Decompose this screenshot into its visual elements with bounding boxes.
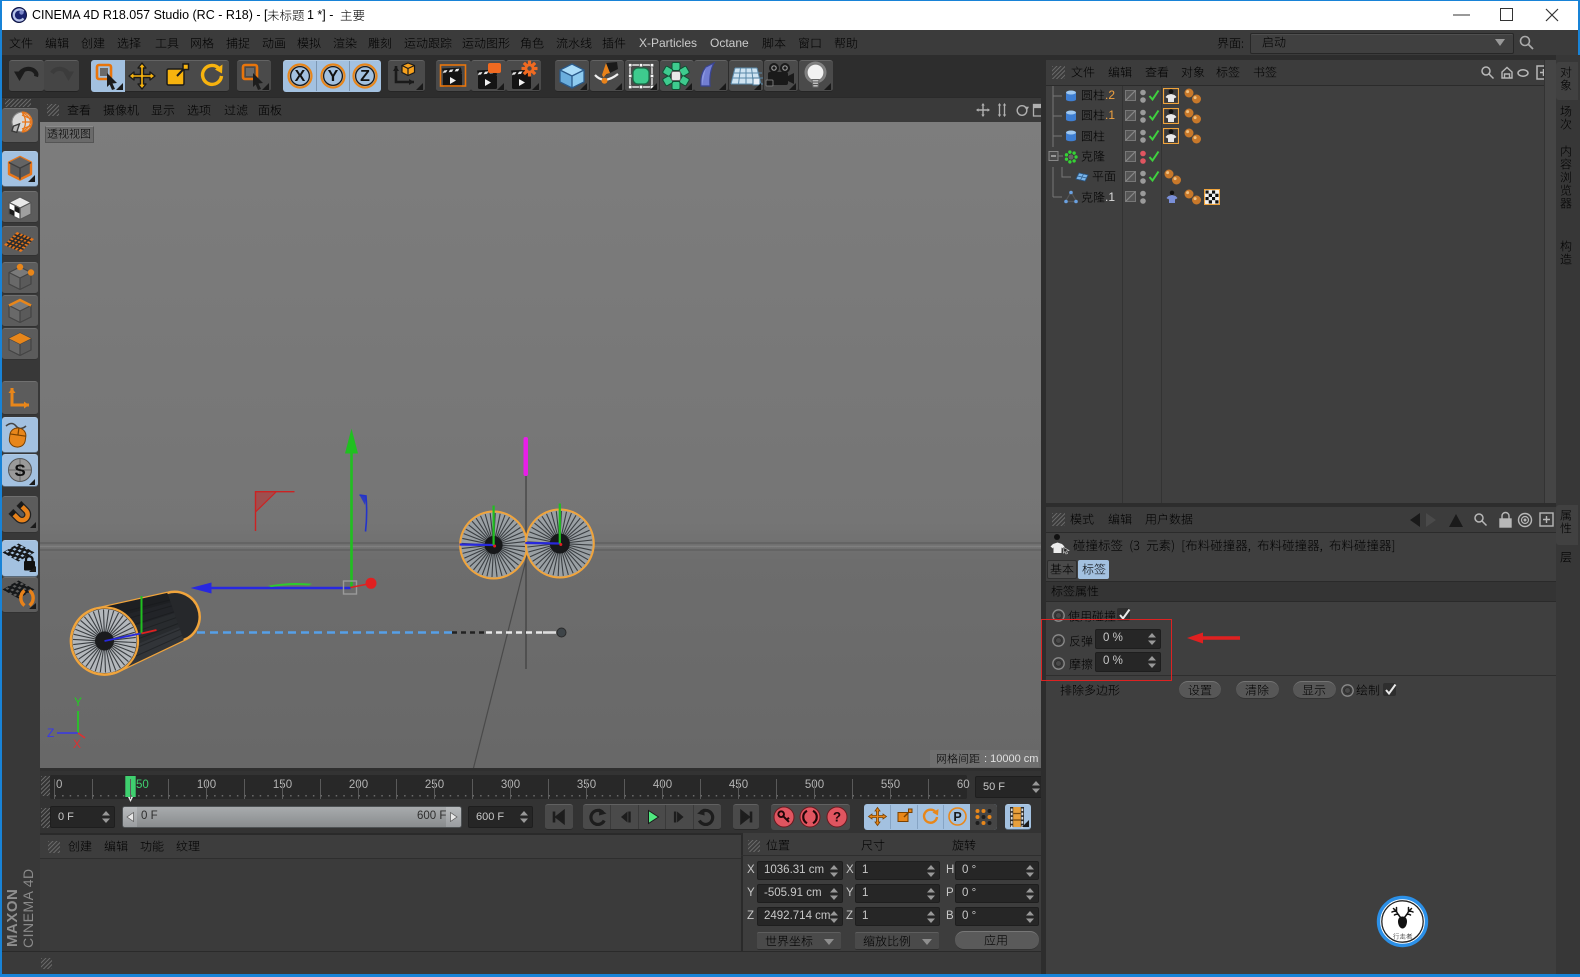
svg-text:?: ? [832, 810, 840, 825]
svg-text:Y: Y [74, 695, 82, 709]
svg-text:X: X [73, 737, 81, 751]
svg-text:P: P [953, 810, 961, 824]
svg-text:X: X [295, 68, 306, 85]
svg-text:Z: Z [47, 726, 54, 740]
svg-text:S: S [14, 461, 25, 480]
svg-text:50: 50 [136, 779, 149, 791]
svg-text:600: 600 [957, 779, 970, 791]
svg-text:0: 0 [56, 779, 62, 791]
svg-text:Z: Z [360, 68, 370, 85]
svg-text:Y: Y [327, 68, 338, 85]
